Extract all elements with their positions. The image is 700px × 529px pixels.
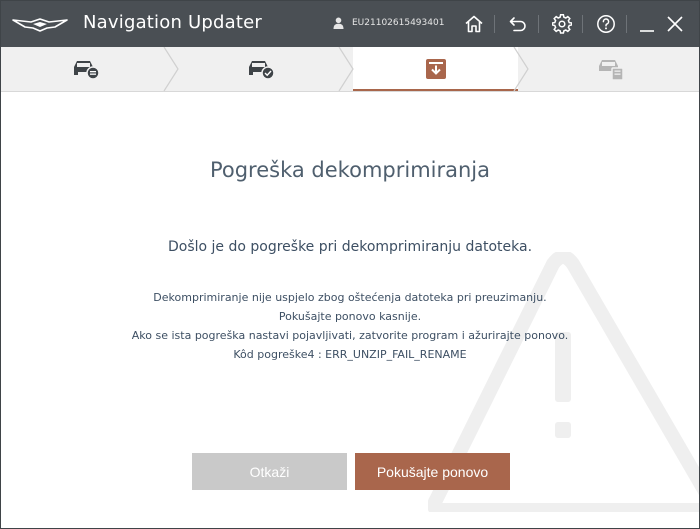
help-icon[interactable] (594, 12, 618, 36)
step-download (391, 47, 481, 91)
home-icon[interactable] (462, 12, 486, 36)
close-icon[interactable] (663, 12, 687, 36)
separator (538, 15, 539, 33)
car-update-icon (599, 60, 624, 81)
error-code: Kôd pogreške4 : ERR_UNZIP_FAIL_RENAME (233, 348, 467, 361)
user-info: EU21102615493401 (333, 17, 444, 29)
step-car-list (41, 47, 131, 91)
step-car-update (566, 47, 656, 91)
separator (626, 15, 627, 33)
progress-steps (1, 47, 699, 92)
title-bar: Navigation Updater EU21102615493401 (1, 1, 699, 47)
car-list-icon (74, 61, 100, 80)
separator (494, 15, 495, 33)
step-car-check (216, 47, 306, 91)
error-title: Pogreška dekomprimiranja (209, 158, 491, 182)
error-line: Pokušajte ponovo kasnije. (278, 310, 422, 323)
error-description: Dekomprimiranje nije uspjelo zbog ošteće… (1, 288, 699, 364)
error-line: Ako se ista pogreška nastavi pojavljivat… (131, 329, 569, 342)
minimize-icon[interactable] (635, 12, 659, 36)
cancel-button[interactable]: Otkaži (192, 453, 347, 490)
user-id: EU21102615493401 (352, 18, 445, 28)
app-title: Navigation Updater (83, 12, 262, 33)
user-icon (333, 17, 344, 29)
brand-logo-icon (12, 18, 68, 32)
separator (582, 15, 583, 33)
back-icon[interactable] (506, 12, 530, 36)
error-line: Dekomprimiranje nije uspjelo zbog ošteće… (153, 291, 547, 304)
car-check-icon (249, 61, 275, 80)
download-icon (426, 59, 446, 79)
error-subtitle: Došlo je do pogreške pri dekomprimiranju… (167, 239, 533, 255)
retry-button[interactable]: Pokušajte ponovo (355, 453, 510, 490)
app-window: Navigation Updater EU21102615493401 Pogr… (0, 0, 700, 529)
gear-icon[interactable] (550, 12, 574, 36)
